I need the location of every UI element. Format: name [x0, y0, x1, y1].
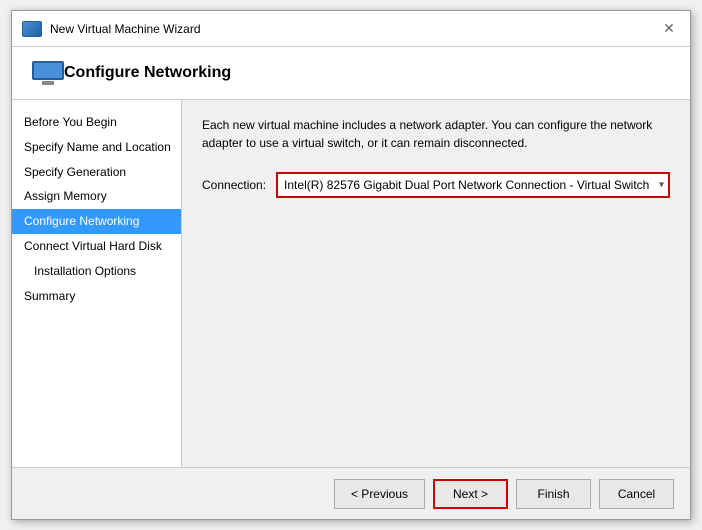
previous-button[interactable]: < Previous — [334, 479, 425, 509]
sidebar-item-connect-vhd[interactable]: Connect Virtual Hard Disk — [12, 234, 181, 259]
finish-button[interactable]: Finish — [516, 479, 591, 509]
title-bar: New Virtual Machine Wizard ✕ — [12, 11, 690, 47]
connection-dropdown-wrapper: Intel(R) 82576 Gigabit Dual Port Network… — [276, 172, 670, 198]
description-text: Each new virtual machine includes a netw… — [202, 116, 670, 152]
cancel-button[interactable]: Cancel — [599, 479, 674, 509]
header-icon — [32, 61, 64, 85]
connection-dropdown[interactable]: Intel(R) 82576 Gigabit Dual Port Network… — [276, 172, 670, 198]
connection-label: Connection: — [202, 178, 266, 192]
monitor-stand-icon — [42, 81, 54, 85]
next-button[interactable]: Next > — [433, 479, 508, 509]
page-header: Configure Networking — [12, 47, 690, 100]
window-icon — [22, 21, 42, 37]
sidebar-item-assign-memory[interactable]: Assign Memory — [12, 184, 181, 209]
sidebar-item-summary[interactable]: Summary — [12, 284, 181, 309]
sidebar-item-specify-name[interactable]: Specify Name and Location — [12, 135, 181, 160]
page-title: Configure Networking — [64, 64, 231, 82]
sidebar-item-specify-generation[interactable]: Specify Generation — [12, 160, 181, 185]
main-layout: Before You BeginSpecify Name and Locatio… — [12, 100, 690, 467]
sidebar-item-installation-options[interactable]: Installation Options — [12, 259, 181, 284]
sidebar-item-before-you-begin[interactable]: Before You Begin — [12, 110, 181, 135]
right-content: Each new virtual machine includes a netw… — [182, 100, 690, 467]
sidebar-item-configure-networking[interactable]: Configure Networking — [12, 209, 181, 234]
close-button[interactable]: ✕ — [658, 18, 680, 40]
monitor-screen-icon — [32, 61, 64, 80]
wizard-window: New Virtual Machine Wizard ✕ Configure N… — [11, 10, 691, 520]
sidebar: Before You BeginSpecify Name and Locatio… — [12, 100, 182, 467]
window-title: New Virtual Machine Wizard — [50, 22, 658, 36]
connection-row: Connection: Intel(R) 82576 Gigabit Dual … — [202, 172, 670, 198]
footer: < Previous Next > Finish Cancel — [12, 467, 690, 519]
